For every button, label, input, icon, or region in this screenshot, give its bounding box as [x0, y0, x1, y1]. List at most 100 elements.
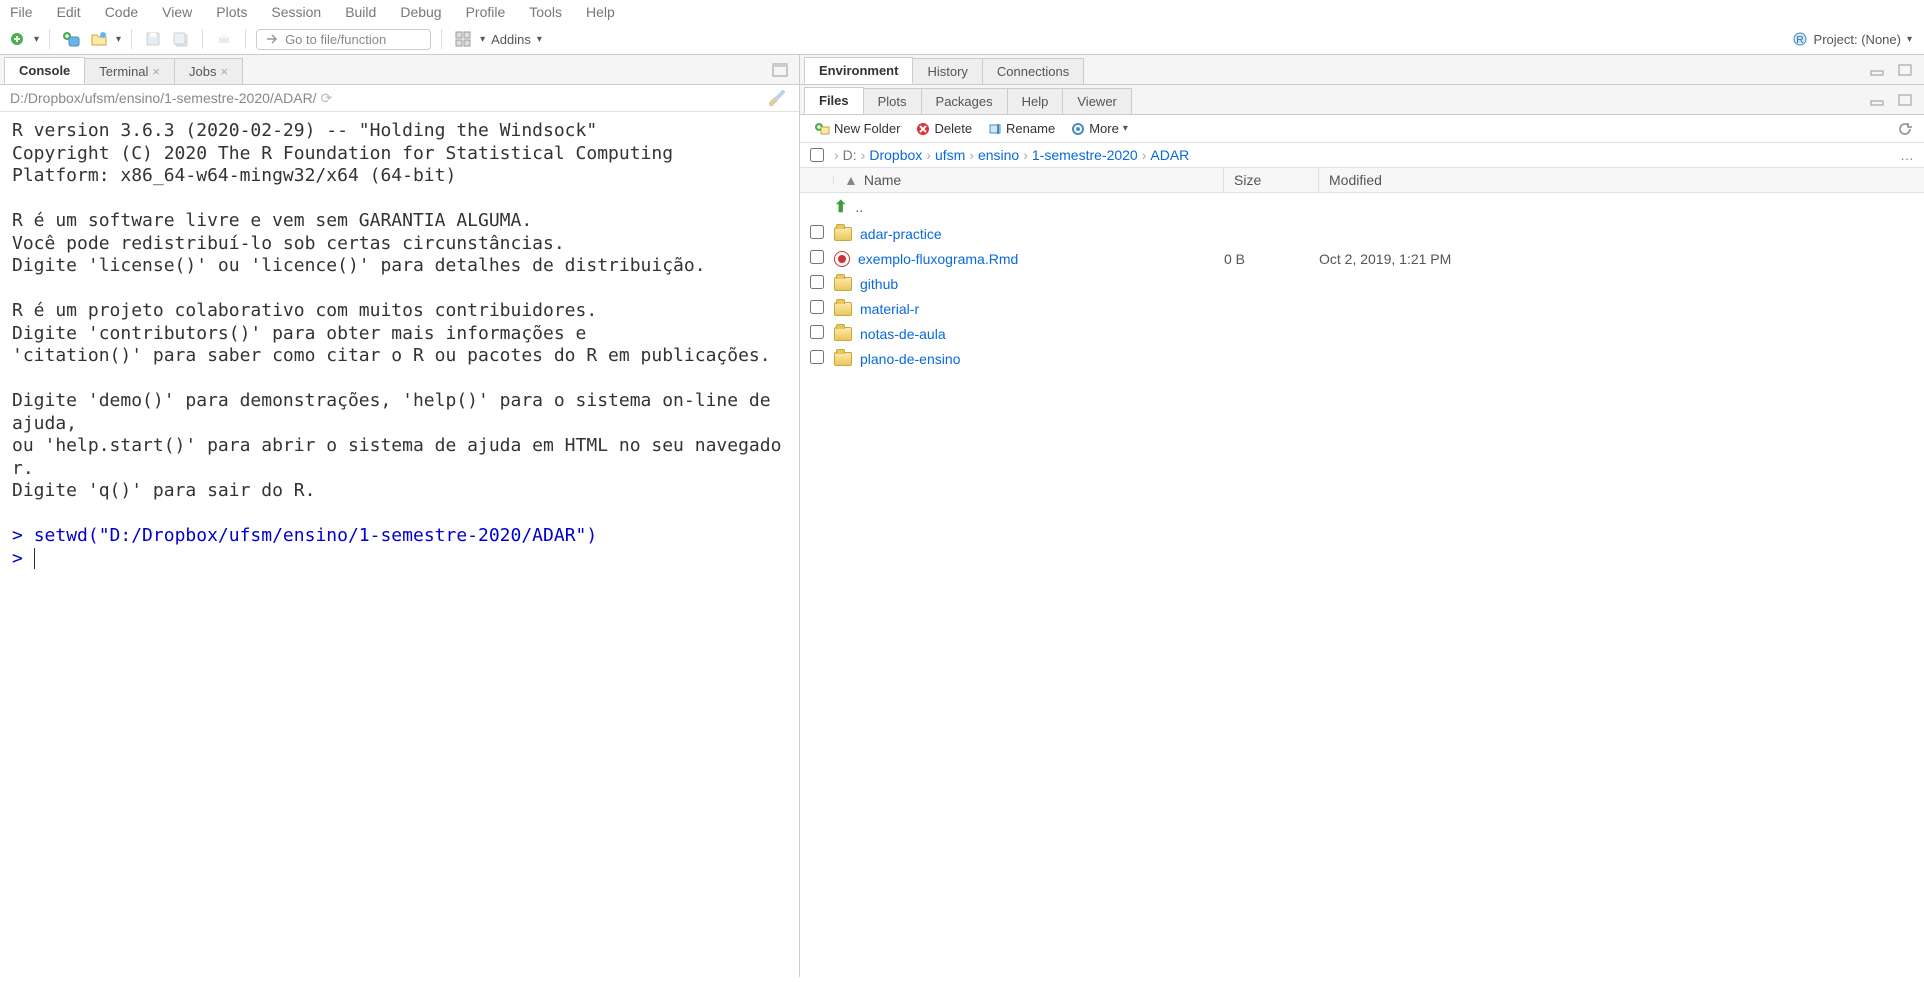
console-path-bar: D:/Dropbox/ufsm/ensino/1-semestre-2020/A…: [0, 85, 799, 112]
gear-icon: [1071, 122, 1085, 136]
tab-jobs[interactable]: Jobs×: [174, 58, 243, 84]
crumb[interactable]: ensino: [978, 147, 1019, 163]
tab-console[interactable]: Console: [4, 57, 85, 84]
close-icon[interactable]: ×: [152, 64, 160, 79]
grid-icon[interactable]: [452, 28, 474, 50]
folder-icon: [834, 277, 852, 291]
file-size: 0 B: [1224, 251, 1319, 267]
file-checkbox[interactable]: [810, 350, 824, 364]
menu-session[interactable]: Session: [271, 4, 321, 20]
menu-profile[interactable]: Profile: [466, 4, 506, 20]
more-path-icon[interactable]: …: [1900, 147, 1914, 163]
up-directory-row[interactable]: ⬆..: [800, 193, 1924, 221]
tab-viewer[interactable]: Viewer: [1062, 88, 1132, 114]
file-checkbox[interactable]: [810, 300, 824, 314]
select-all-checkbox[interactable]: [810, 148, 824, 162]
minimize-pane-icon[interactable]: [1866, 89, 1888, 111]
file-breadcrumb: › D: › Dropbox › ufsm › ensino › 1-semes…: [800, 143, 1924, 168]
chevron-right-icon: ›: [834, 147, 839, 163]
file-checkbox[interactable]: [810, 250, 824, 264]
open-file-icon[interactable]: [88, 28, 110, 50]
new-project-icon[interactable]: [60, 28, 82, 50]
folder-icon: [834, 352, 852, 366]
prompt: >: [12, 548, 34, 569]
maximize-pane-icon[interactable]: [769, 59, 791, 81]
addins-label: Addins: [491, 32, 531, 47]
project-button[interactable]: R Project: (None) ▾: [1792, 31, 1912, 47]
menu-view[interactable]: View: [162, 4, 192, 20]
chevron-down-icon: ▾: [1123, 123, 1128, 134]
file-name-link[interactable]: material-r: [834, 301, 1224, 317]
maximize-pane-icon[interactable]: [1894, 89, 1916, 111]
menu-tools[interactable]: Tools: [529, 4, 562, 20]
grid-dropdown[interactable]: ▾: [480, 34, 485, 45]
file-name-text: exemplo-fluxograma.Rmd: [858, 251, 1018, 267]
tab-files[interactable]: Files: [804, 87, 864, 114]
menubar: File Edit Code View Plots Session Build …: [0, 0, 1924, 24]
more-button[interactable]: More ▾: [1065, 119, 1134, 138]
menu-edit[interactable]: Edit: [57, 4, 81, 20]
open-file-dropdown[interactable]: ▾: [116, 34, 121, 45]
rename-button[interactable]: Rename: [982, 119, 1061, 138]
header-name[interactable]: ▲ Name: [834, 168, 1224, 192]
menu-debug[interactable]: Debug: [400, 4, 441, 20]
tab-plots[interactable]: Plots: [863, 88, 922, 114]
project-icon: R: [1792, 31, 1808, 47]
new-folder-button[interactable]: New Folder: [808, 119, 906, 138]
new-file-icon[interactable]: [6, 28, 28, 50]
file-checkbox[interactable]: [810, 325, 824, 339]
save-all-icon[interactable]: [170, 28, 192, 50]
r-startup-text: R version 3.6.3 (2020-02-29) -- "Holding…: [12, 120, 781, 501]
chevron-right-icon: ›: [1023, 147, 1028, 163]
maximize-pane-icon[interactable]: [1894, 59, 1916, 81]
close-icon[interactable]: ×: [220, 64, 228, 79]
refresh-icon[interactable]: [1894, 118, 1916, 140]
files-tabs: Files Plots Packages Help Viewer: [800, 85, 1924, 115]
crumb[interactable]: ufsm: [935, 147, 965, 163]
file-row: exemplo-fluxograma.Rmd0 BOct 2, 2019, 1:…: [800, 246, 1924, 271]
separator: [49, 29, 50, 49]
addins-button[interactable]: Addins ▾: [491, 32, 542, 47]
crumb[interactable]: 1-semestre-2020: [1032, 147, 1138, 163]
header-size[interactable]: Size: [1224, 168, 1319, 192]
tab-connections[interactable]: Connections: [982, 58, 1084, 84]
refresh-wd-icon[interactable]: ⟳: [321, 90, 333, 107]
up-arrow-icon: ⬆: [834, 197, 847, 217]
chevron-right-icon: ›: [1142, 147, 1147, 163]
minimize-pane-icon[interactable]: [1866, 59, 1888, 81]
file-checkbox[interactable]: [810, 225, 824, 239]
tab-packages[interactable]: Packages: [921, 88, 1008, 114]
folder-icon: [834, 302, 852, 316]
file-name-link[interactable]: plano-de-ensino: [834, 351, 1224, 367]
file-name-link[interactable]: github: [834, 276, 1224, 292]
file-row: plano-de-ensino: [800, 346, 1924, 371]
file-name-link[interactable]: exemplo-fluxograma.Rmd: [834, 251, 1224, 267]
clear-console-icon[interactable]: [769, 89, 789, 107]
file-checkbox[interactable]: [810, 275, 824, 289]
tab-help[interactable]: Help: [1007, 88, 1064, 114]
tab-terminal[interactable]: Terminal×: [84, 58, 175, 84]
tab-environment[interactable]: Environment: [804, 57, 913, 84]
menu-file[interactable]: File: [10, 4, 33, 20]
save-icon[interactable]: [142, 28, 164, 50]
goto-file-input[interactable]: Go to file/function: [256, 29, 431, 50]
menu-help[interactable]: Help: [586, 4, 615, 20]
crumb[interactable]: Dropbox: [869, 147, 922, 163]
print-icon[interactable]: [213, 28, 235, 50]
menu-build[interactable]: Build: [345, 4, 376, 20]
menu-plots[interactable]: Plots: [216, 4, 247, 20]
delete-button[interactable]: Delete: [910, 119, 978, 138]
env-tabs: Environment History Connections: [800, 55, 1924, 85]
crumb-drive[interactable]: D:: [843, 147, 857, 163]
tab-history[interactable]: History: [912, 58, 982, 84]
console-output[interactable]: R version 3.6.3 (2020-02-29) -- "Holding…: [0, 112, 799, 977]
file-name-link[interactable]: notas-de-aula: [834, 326, 1224, 342]
menu-code[interactable]: Code: [105, 4, 138, 20]
crumb[interactable]: ADAR: [1150, 147, 1189, 163]
new-file-dropdown[interactable]: ▾: [34, 34, 39, 45]
svg-text:R: R: [1796, 35, 1803, 46]
folder-icon: [834, 327, 852, 341]
header-modified[interactable]: Modified: [1319, 168, 1924, 192]
file-name-link[interactable]: adar-practice: [834, 226, 1224, 242]
file-row: material-r: [800, 296, 1924, 321]
